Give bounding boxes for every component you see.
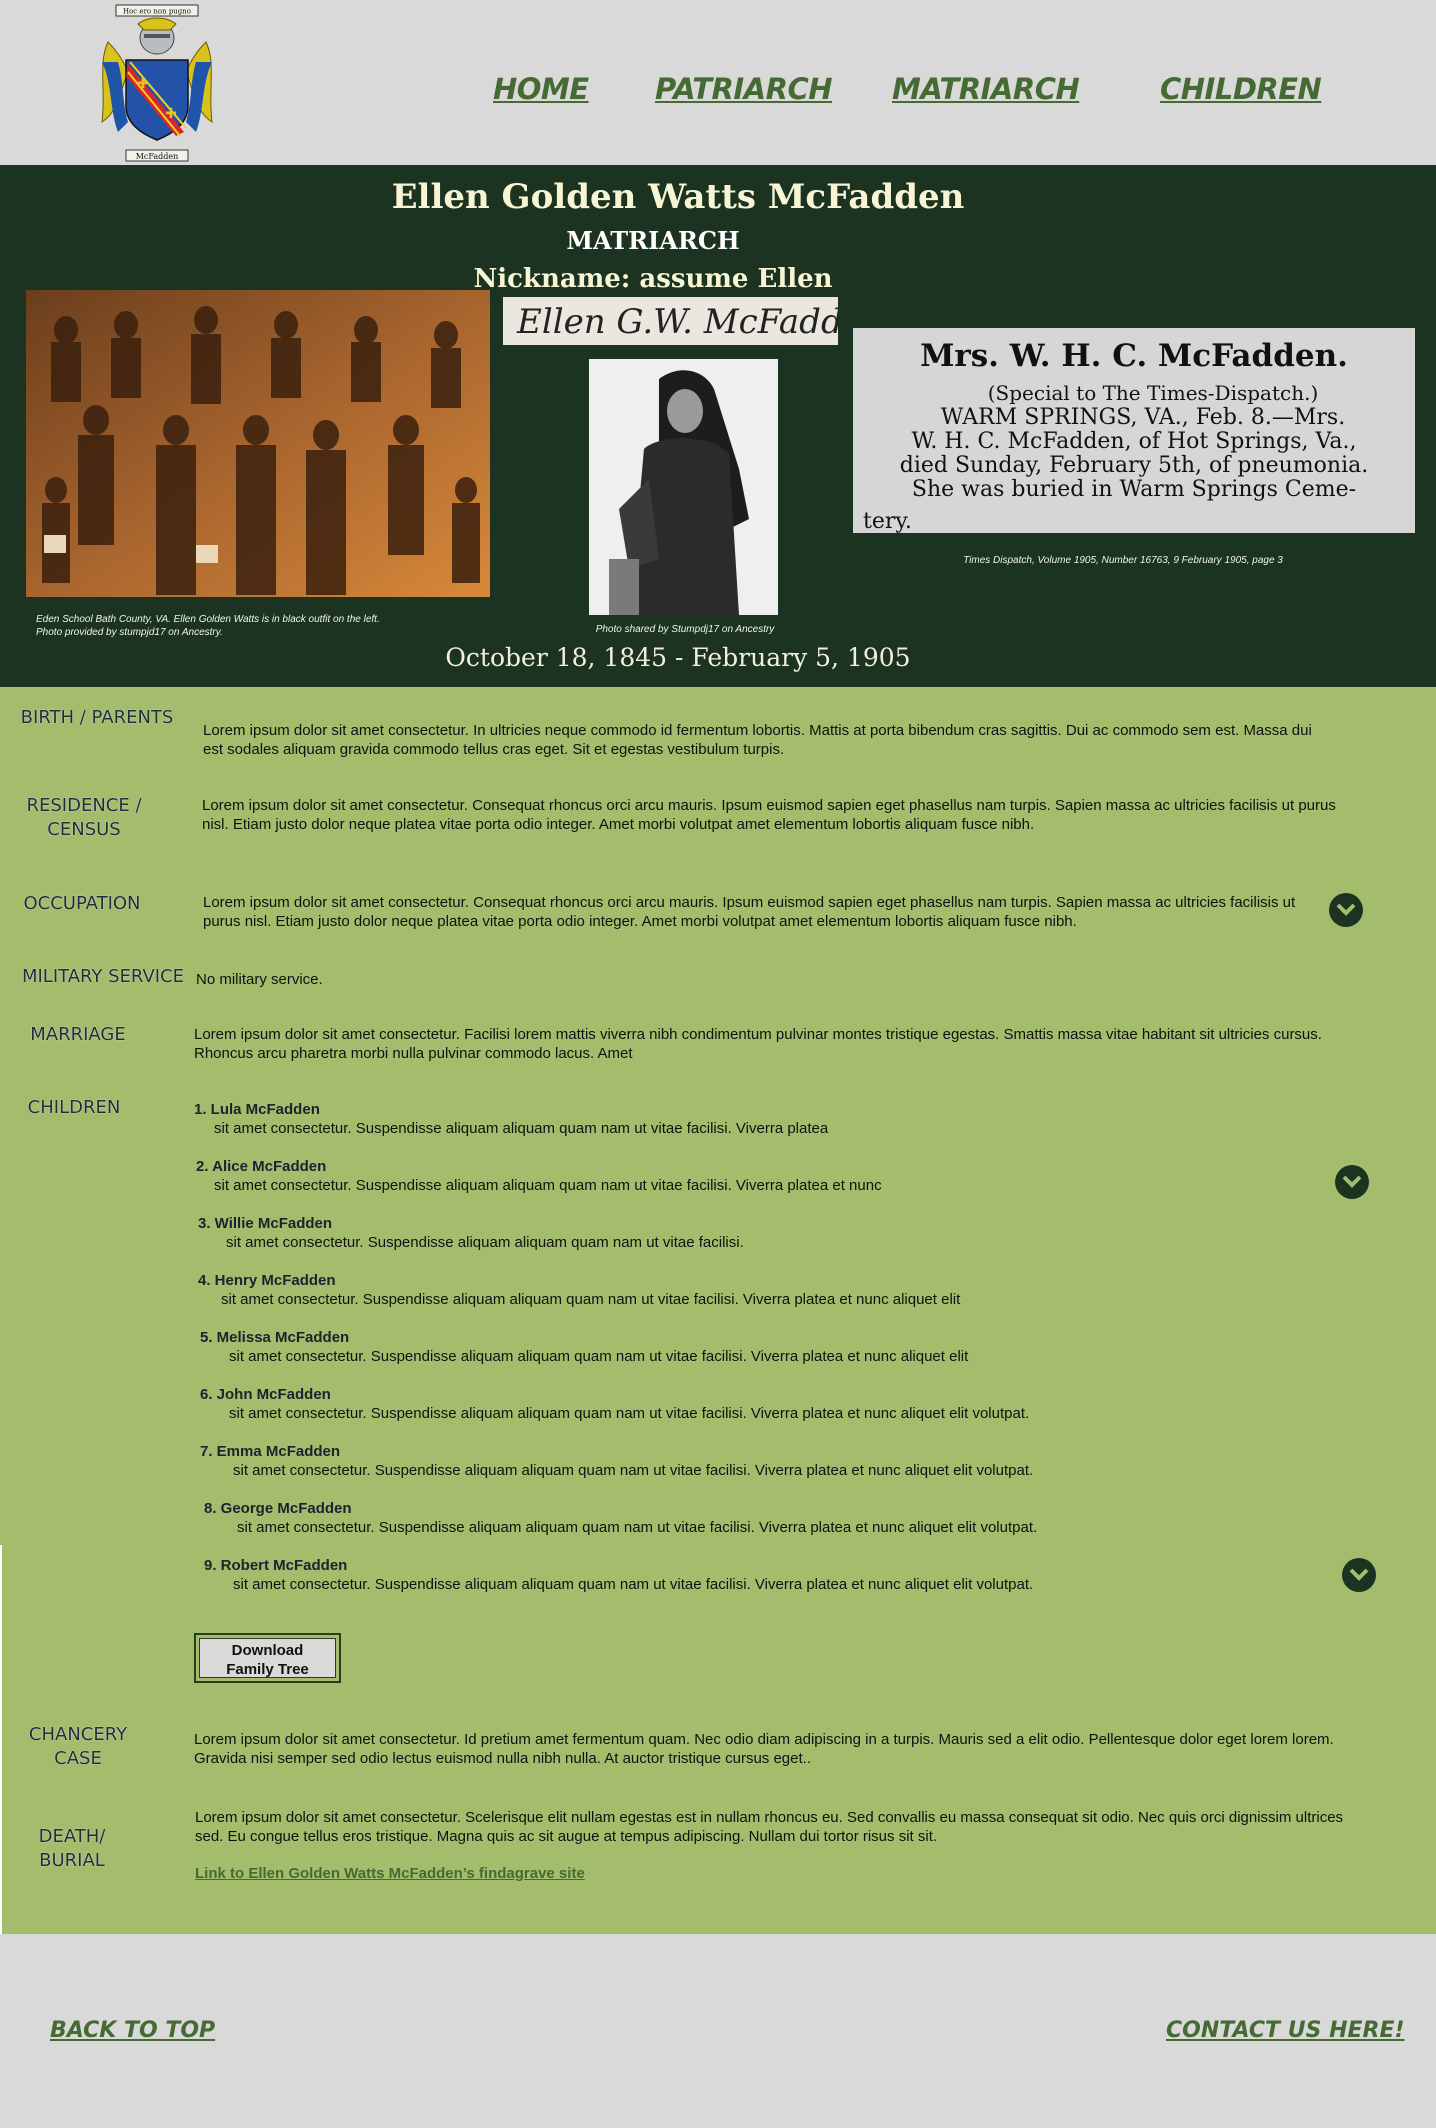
nav-home-link[interactable]: HOME — [493, 72, 589, 106]
nav-matriarch-link[interactable]: MATRIARCH — [892, 72, 1080, 106]
svg-text:died Sunday, February 5th, of: died Sunday, February 5th, of pneumonia. — [900, 453, 1368, 478]
child-entry: 2. Alice McFadden sit amet consectetur. … — [196, 1158, 882, 1194]
life-dates: October 18, 1845 - February 5, 1905 — [445, 643, 911, 672]
birth-parents-text: Lorem ipsum dolor sit amet consectetur. … — [203, 722, 1312, 758]
child-entry: 5. Melissa McFadden sit amet consectetur… — [200, 1329, 969, 1365]
chancery-case-label: CHANCERY CASE — [28, 1724, 128, 1769]
portrait-photo — [589, 359, 778, 615]
chancery-case-text: Lorem ipsum dolor sit amet consectetur. … — [194, 1731, 1334, 1767]
svg-text:Hoc ero non pugno: Hoc ero non pugno — [123, 8, 191, 16]
death-burial-text: Lorem ipsum dolor sit amet consectetur. … — [195, 1809, 1344, 1845]
contact-us-link[interactable]: CONTACT US HERE! — [1166, 2018, 1405, 2043]
findagrave-link[interactable]: Link to Ellen Golden Watts McFadden’s fi… — [195, 1865, 585, 1882]
child-entry: 8. George McFadden sit amet consectetur.… — [204, 1500, 1038, 1536]
residence-census-label: RESIDENCE / CENSUS — [26, 795, 142, 840]
nav-patriarch-link[interactable]: PATRIARCH — [655, 72, 833, 106]
svg-text:✚: ✚ — [137, 75, 149, 91]
children-label: CHILDREN — [27, 1097, 121, 1118]
svg-text:(Special to The Times-Dispatch: (Special to The Times-Dispatch.) — [988, 381, 1319, 405]
occupation-label: OCCUPATION — [23, 893, 141, 914]
child-entry: 9. Robert McFadden sit amet consectetur.… — [204, 1557, 1034, 1593]
children-collapse-chevron-icon[interactable] — [1342, 1558, 1376, 1592]
child-entry: 6. John McFadden sit amet consectetur. S… — [200, 1386, 1030, 1422]
child-entry: 7. Emma McFadden sit amet consectetur. S… — [200, 1443, 1034, 1479]
svg-text:She was buried in Warm Springs: She was buried in Warm Springs Ceme- — [912, 477, 1356, 502]
military-service-label: MILITARY SERVICE — [21, 966, 185, 987]
hero-banner: Ellen Golden Watts McFadden MATRIARCH Ni… — [0, 165, 1436, 687]
site-footer: BACK TO TOP CONTACT US HERE! — [0, 1934, 1436, 2128]
occupation-expand-chevron-icon[interactable] — [1329, 893, 1363, 927]
site-header: Hoc ero non pugno ✚ ✚ McFadden HOME PATR… — [0, 0, 1436, 165]
role-subtitle: MATRIARCH — [566, 226, 740, 255]
children-expand-chevron-icon[interactable] — [1335, 1165, 1369, 1199]
svg-text:Ellen G.W. McFadden: Ellen G.W. McFadden — [516, 302, 838, 342]
marriage-text: Lorem ipsum dolor sit amet consectetur. … — [194, 1026, 1322, 1062]
signature-image: Ellen G.W. McFadden — [503, 297, 885, 345]
portrait-caption: Photo shared by Stumpdj17 on Ancestry — [595, 624, 775, 635]
back-to-top-link[interactable]: BACK TO TOP — [50, 2018, 215, 2043]
death-burial-label: DEATH/ BURIAL — [38, 1826, 106, 1871]
download-family-tree-button[interactable]: Download Family Tree — [194, 1633, 341, 1683]
svg-text:W. H. C. McFadden, of Hot Spri: W. H. C. McFadden, of Hot Springs, Va., — [912, 429, 1357, 454]
occupation-text: Lorem ipsum dolor sit amet consectetur. … — [203, 894, 1296, 930]
group-photo-caption: Eden School Bath County, VA. Ellen Golde… — [36, 614, 380, 638]
person-name-heading: Ellen Golden Watts McFadden — [391, 177, 965, 217]
child-entry: 1. Lula McFadden sit amet consectetur. S… — [194, 1101, 829, 1137]
residence-census-text: Lorem ipsum dolor sit amet consectetur. … — [202, 797, 1336, 833]
birth-parents-label: BIRTH / PARENTS — [20, 707, 174, 728]
child-entry: 3. Willie McFadden sit amet consectetur.… — [198, 1215, 744, 1251]
military-service-text: No military service. — [196, 971, 323, 988]
marriage-label: MARRIAGE — [30, 1024, 126, 1045]
school-group-photo — [26, 290, 490, 597]
clipping-caption: Times Dispatch, Volume 1905, Number 1676… — [963, 555, 1283, 566]
biography-sections: BIRTH / PARENTS Lorem ipsum dolor sit am… — [0, 687, 1436, 1934]
svg-text:tery.: tery. — [863, 509, 912, 533]
child-entry: 4. Henry McFadden sit amet consectetur. … — [198, 1272, 961, 1308]
nav-children-link[interactable]: CHILDREN — [1160, 72, 1322, 106]
svg-text:✚: ✚ — [165, 105, 177, 121]
svg-text:McFadden: McFadden — [136, 152, 179, 161]
svg-text:WARM SPRINGS, VA., Feb. 8.—Mrs: WARM SPRINGS, VA., Feb. 8.—Mrs. — [941, 405, 1345, 430]
newspaper-clipping: Mrs. W. H. C. McFadden. (Special to The … — [853, 328, 1415, 533]
family-crest-logo[interactable]: Hoc ero non pugno ✚ ✚ McFadden — [98, 2, 216, 164]
svg-text:Mrs. W. H. C. McFadden.: Mrs. W. H. C. McFadden. — [920, 338, 1348, 374]
